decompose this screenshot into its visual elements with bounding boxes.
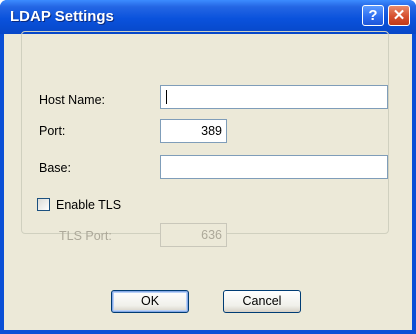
window-title: LDAP Settings [10, 8, 114, 25]
tls-port-label: TLS Port: [59, 229, 112, 243]
ldap-settings-dialog: LDAP Settings ? ✕ Host Name: Port: 389 B… [0, 0, 416, 334]
enable-tls-label[interactable]: Enable TLS [56, 198, 121, 212]
port-label: Port: [39, 124, 66, 138]
host-name-input[interactable] [160, 85, 388, 109]
close-button[interactable]: ✕ [388, 5, 410, 26]
cancel-button[interactable]: Cancel [223, 290, 301, 313]
title-bar[interactable]: LDAP Settings ? ✕ [0, 0, 416, 34]
host-name-label: Host Name: [39, 93, 105, 107]
enable-tls-checkbox[interactable] [37, 198, 50, 211]
close-icon: ✕ [392, 7, 406, 24]
text-caret [166, 90, 167, 104]
ok-button[interactable]: OK [111, 290, 189, 313]
tls-port-input[interactable]: 636 [160, 223, 227, 247]
port-input[interactable]: 389 [160, 119, 227, 143]
base-label: Base: [39, 161, 71, 175]
help-icon: ? [368, 7, 378, 24]
base-input[interactable] [160, 155, 388, 179]
help-button[interactable]: ? [362, 5, 384, 26]
